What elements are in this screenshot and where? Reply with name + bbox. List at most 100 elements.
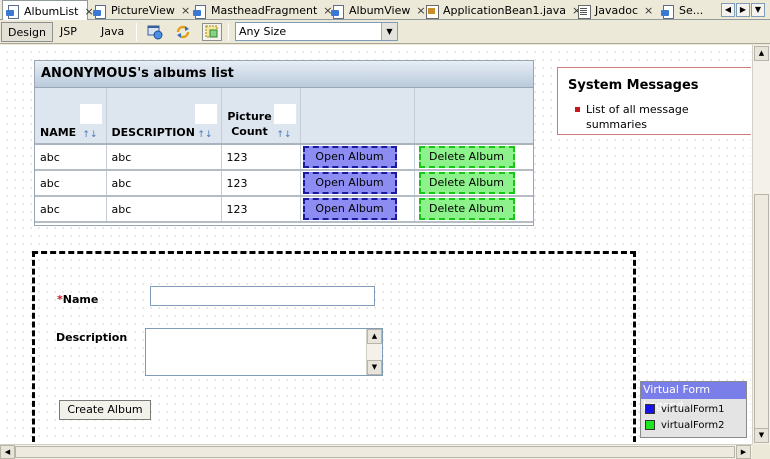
name-label: *Name xyxy=(57,293,99,306)
cell-picture-count: 123 xyxy=(221,196,301,223)
page-icon xyxy=(93,4,107,19)
design-canvas[interactable]: ANONYMOUS's albums list NAME ↑↓ DESCRIPT… xyxy=(3,48,751,442)
target-size-select[interactable]: Any Size ▼ xyxy=(235,22,398,41)
target-size-value: Any Size xyxy=(239,25,287,38)
column-header-picture-count[interactable]: Picture Count ↑↓ xyxy=(221,88,301,145)
textarea-scrollbar[interactable]: ▲ ▼ xyxy=(366,329,382,375)
create-album-button[interactable]: Create Album xyxy=(59,400,151,420)
header-placeholder xyxy=(273,104,296,124)
sort-icon[interactable]: ↑↓ xyxy=(82,130,97,140)
message-item: List of all message summaries xyxy=(568,102,748,132)
description-label: Description xyxy=(56,331,128,344)
refresh-icon[interactable] xyxy=(174,23,194,41)
open-album-button[interactable]: Open Album xyxy=(302,172,397,194)
album-description-textarea[interactable]: ▲ ▼ xyxy=(145,328,383,376)
java-file-icon xyxy=(425,4,439,19)
scroll-down-icon[interactable]: ▼ xyxy=(367,360,382,375)
scroll-tabs-left-button[interactable]: ◀ xyxy=(721,3,735,17)
legend-item: virtualForm2 xyxy=(641,417,746,433)
system-messages-panel[interactable]: System Messages List of all message summ… xyxy=(557,67,751,135)
preview-in-browser-icon[interactable] xyxy=(146,23,166,41)
cell-delete: Delete Album xyxy=(414,170,533,197)
albums-table[interactable]: ANONYMOUS's albums list NAME ↑↓ DESCRIPT… xyxy=(34,60,534,226)
header-placeholder xyxy=(79,104,102,124)
tab-label: AlbumView xyxy=(349,4,411,17)
scroll-left-icon[interactable]: ◀ xyxy=(0,445,15,459)
tab-label: AlbumList xyxy=(24,4,79,18)
tab-albumview[interactable]: AlbumView × xyxy=(328,1,426,20)
virtual-form-legend[interactable]: Virtual Form Legend virtualForm1 virtual… xyxy=(640,381,747,438)
cell-name: abc xyxy=(35,144,107,171)
page-icon xyxy=(661,4,675,19)
editor-tab-strip: AlbumList × PictureView × MastheadFragme… xyxy=(0,0,770,21)
chevron-down-icon[interactable]: ▼ xyxy=(381,23,397,40)
cell-delete: Delete Album xyxy=(414,196,533,223)
cell-description: abc xyxy=(106,170,222,197)
tab-label: PictureView xyxy=(111,4,175,17)
column-header-delete xyxy=(414,88,533,145)
legend-swatch xyxy=(645,420,655,430)
table-row: abc abc 123 Open Album Delete Album xyxy=(35,196,533,223)
cell-picture-count: 123 xyxy=(221,170,301,197)
open-album-button[interactable]: Open Album xyxy=(302,198,397,220)
sort-icon[interactable]: ↑↓ xyxy=(276,130,291,140)
scrollbar-corner xyxy=(752,444,770,459)
page-icon xyxy=(331,4,345,19)
cell-description: abc xyxy=(106,196,222,223)
delete-album-button[interactable]: Delete Album xyxy=(418,172,515,194)
scroll-tabs-right-button[interactable]: ▶ xyxy=(736,3,750,17)
jsp-view-button[interactable]: JSP xyxy=(54,22,83,42)
close-icon[interactable]: × xyxy=(181,4,190,17)
scrollbar-thumb[interactable] xyxy=(754,194,769,430)
horizontal-scrollbar[interactable]: ◀ ▶ xyxy=(0,444,752,459)
column-header-description[interactable]: DESCRIPTION ↑↓ xyxy=(106,88,222,145)
open-album-button[interactable]: Open Album xyxy=(302,146,397,168)
scroll-right-icon[interactable]: ▶ xyxy=(736,445,751,459)
cell-name: abc xyxy=(35,196,107,223)
cell-description: abc xyxy=(106,144,222,171)
cell-picture-count: 123 xyxy=(221,144,301,171)
toolbar-separator xyxy=(228,23,229,41)
column-header-open xyxy=(300,88,415,145)
sort-icon[interactable]: ↑↓ xyxy=(197,130,212,140)
cell-delete: Delete Album xyxy=(414,144,533,171)
design-view-button[interactable]: Design xyxy=(1,22,53,42)
header-placeholder xyxy=(194,104,217,124)
cell-open: Open Album xyxy=(300,196,415,223)
vertical-scrollbar[interactable]: ▲ ▼ xyxy=(752,45,770,444)
albums-table-title: ANONYMOUS's albums list xyxy=(35,61,533,88)
page-icon xyxy=(6,4,20,19)
table-row: abc abc 123 Open Album Delete Album xyxy=(35,170,533,197)
cell-open: Open Album xyxy=(300,170,415,197)
tab-overflow[interactable]: Se... xyxy=(658,1,720,20)
tab-pictureview[interactable]: PictureView × xyxy=(90,1,190,20)
delete-album-button[interactable]: Delete Album xyxy=(418,198,515,220)
java-view-button[interactable]: Java xyxy=(95,22,130,42)
tab-label: MastheadFragment xyxy=(211,4,318,17)
design-canvas-area: ANONYMOUS's albums list NAME ↑↓ DESCRIPT… xyxy=(0,45,770,459)
delete-album-button[interactable]: Delete Album xyxy=(418,146,515,168)
tab-mastheadfragment[interactable]: MastheadFragment × xyxy=(190,1,333,20)
javadoc-icon xyxy=(577,4,591,19)
system-messages-title: System Messages xyxy=(568,78,699,93)
close-icon[interactable]: × xyxy=(644,4,653,17)
column-header-name[interactable]: NAME ↑↓ xyxy=(35,88,107,145)
tab-label: ApplicationBean1.java xyxy=(443,4,567,17)
toolbar-separator xyxy=(136,23,137,41)
album-name-input[interactable] xyxy=(150,286,375,306)
tab-label: Se... xyxy=(679,4,704,17)
legend-title: Virtual Form Legend xyxy=(641,382,746,412)
page-icon xyxy=(193,4,207,19)
cell-open: Open Album xyxy=(300,144,415,171)
scrollbar-thumb[interactable] xyxy=(15,446,735,458)
legend-swatch xyxy=(645,404,655,414)
designer-toolbar: Design JSP Java Any Size ▼ xyxy=(0,20,770,44)
tab-javadoc[interactable]: Javadoc × xyxy=(574,1,656,20)
scroll-down-icon[interactable]: ▼ xyxy=(754,428,769,443)
tab-albumlist[interactable]: AlbumList × xyxy=(2,0,94,21)
scroll-up-icon[interactable]: ▲ xyxy=(367,329,382,344)
tab-list-button[interactable]: ▼ xyxy=(751,3,765,17)
scroll-up-icon[interactable]: ▲ xyxy=(754,46,769,61)
show-virtual-forms-icon[interactable] xyxy=(202,23,222,41)
tab-applicationbean1[interactable]: ApplicationBean1.java × xyxy=(422,1,581,20)
